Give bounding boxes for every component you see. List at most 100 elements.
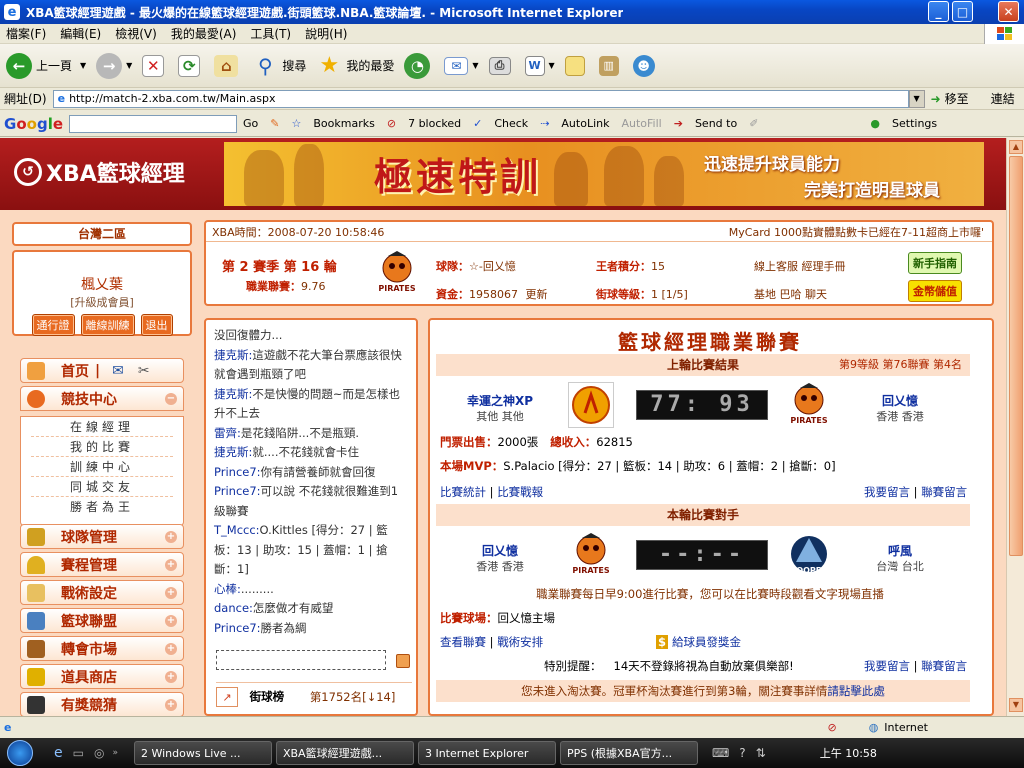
submenu-training[interactable]: 訓練中心 (31, 457, 173, 477)
chat-author[interactable]: dance: (214, 601, 253, 615)
desktop-quicklaunch-icon[interactable]: ▭ (73, 746, 84, 760)
leave-message-link-2[interactable]: 我要留言 (864, 659, 910, 673)
discuss-button[interactable] (564, 55, 589, 76)
check-button[interactable]: Check (494, 117, 528, 130)
favorites-button[interactable]: ★ 我的最愛 (316, 53, 394, 79)
expand-icon[interactable]: + (165, 615, 177, 627)
next-home-team[interactable]: 回乂憶 (450, 542, 550, 559)
newbie-guide-button[interactable]: 新手指南 (908, 252, 962, 274)
menu-edit[interactable]: 編輯(E) (60, 25, 101, 42)
tools-icon[interactable]: ✂ (138, 363, 150, 379)
chat-author[interactable]: 捷克斯: (214, 348, 252, 362)
bonus-row[interactable]: $ 給球員發獎金 (656, 634, 741, 650)
scroll-up-icon[interactable]: ▲ (1009, 140, 1023, 154)
scroll-thumb[interactable] (1009, 156, 1023, 556)
history-button[interactable]: ◔ (404, 52, 434, 79)
nav-tactics[interactable]: 戰術設定 + (20, 580, 184, 605)
menu-view[interactable]: 檢視(V) (115, 25, 157, 42)
send-to-button[interactable]: Send to (695, 117, 737, 130)
leave-message-link[interactable]: 我要留言 (864, 485, 910, 499)
menu-file[interactable]: 檔案(F) (6, 25, 46, 42)
chat-author[interactable]: T_Mccc: (214, 523, 260, 537)
view-league-link[interactable]: 查看聯賽 (440, 635, 486, 649)
print-button[interactable]: ⎙ (488, 56, 515, 75)
back-button[interactable]: ← 上一頁 ▼ (6, 52, 86, 79)
menu-help[interactable]: 說明(H) (305, 25, 347, 42)
chat-input[interactable] (216, 650, 386, 670)
clock[interactable]: 上午 10:58 (820, 745, 877, 761)
network-tray-icon[interactable]: ⇅ (756, 746, 766, 760)
chat-author[interactable]: Prince7: (214, 621, 261, 635)
chat-author[interactable]: 捷克斯: (214, 387, 252, 401)
gold-deposit-button[interactable]: 金幣儲值 (908, 280, 962, 302)
update-link[interactable]: 更新 (526, 288, 548, 301)
home-button[interactable]: ⌂ (214, 54, 242, 77)
bookmarks-button[interactable]: Bookmarks (313, 117, 374, 130)
help-tray-icon[interactable]: ? (739, 746, 745, 760)
messenger-button[interactable]: ☻ (632, 54, 659, 77)
tactics-link[interactable]: 戰術安排 (497, 635, 543, 649)
expand-icon[interactable]: + (165, 671, 177, 683)
submenu-winner[interactable]: 勝者為王 (31, 497, 173, 517)
edit-button[interactable]: W ▼ (524, 55, 555, 76)
home-team-name[interactable]: 幸運之神XP (450, 392, 550, 409)
nav-market[interactable]: 轉會市場 + (20, 636, 184, 661)
chat-send-button[interactable] (396, 654, 410, 668)
bonus-link[interactable]: 給球員發獎金 (672, 635, 741, 649)
google-go-button[interactable]: Go (243, 117, 258, 130)
quicklaunch-more-icon[interactable]: » (112, 748, 118, 758)
minimize-button[interactable]: _ (928, 1, 949, 22)
chat-author[interactable]: Prince7: (214, 465, 261, 479)
start-button[interactable] (0, 738, 40, 768)
marquee-notice[interactable]: MyCard 1000點實體點數卡已經在7-11超商上市囉' (729, 224, 984, 240)
research-button[interactable]: ▥ (598, 55, 623, 76)
mail-envelope-icon[interactable]: ✉ (112, 363, 124, 379)
stop-button[interactable]: ✕ (142, 54, 168, 77)
expand-icon[interactable]: + (165, 699, 177, 711)
expand-icon[interactable]: + (165, 559, 177, 571)
vertical-scrollbar[interactable]: ▲ ▼ (1006, 138, 1024, 716)
service-links[interactable]: 線上客服 經理手冊 (754, 258, 846, 274)
nav-home[interactable]: 首页 | ✉ ✂ (20, 358, 184, 383)
submenu-my-matches[interactable]: 我的比賽 (31, 437, 173, 457)
autofill-button[interactable]: AutoFill (621, 117, 661, 130)
nav-shop[interactable]: 道具商店 + (20, 664, 184, 689)
highlight-icon[interactable]: ✎ (270, 117, 279, 130)
chat-author[interactable]: 雷齊: (214, 426, 241, 440)
submenu-friends[interactable]: 同城交友 (31, 477, 173, 497)
nav-arena[interactable]: 競技中心 − (20, 386, 184, 411)
search-button[interactable]: ⚲ 搜尋 (252, 53, 306, 79)
upgrade-member-link[interactable]: [升級成會員] (14, 294, 190, 310)
next-away-team[interactable]: 呼風 (850, 542, 950, 559)
nav-schedule[interactable]: 賽程管理 + (20, 552, 184, 577)
autolink-button[interactable]: AutoLink (561, 117, 609, 130)
task-ie[interactable]: 3 Internet Explorer (417, 741, 556, 765)
close-button[interactable]: ✕ (998, 1, 1019, 22)
match-stats-link[interactable]: 比賽統計 (440, 485, 486, 499)
menu-tools[interactable]: 工具(T) (250, 25, 291, 42)
task-pps[interactable]: PPS (根據XBA官方... (559, 741, 698, 765)
expand-icon[interactable]: + (165, 531, 177, 543)
settings-button[interactable]: Settings (892, 117, 937, 130)
offline-training-button[interactable]: 離線訓練 (80, 314, 135, 336)
refresh-button[interactable]: ⟳ (178, 54, 204, 77)
keyboard-tray-icon[interactable]: ⌨ (712, 746, 729, 760)
nav-alliance[interactable]: 籃球聯盟 + (20, 608, 184, 633)
switch-quicklaunch-icon[interactable]: ◎ (94, 746, 104, 760)
address-input[interactable]: e http://match-2.xba.com.tw/Main.aspx (52, 89, 909, 108)
collapse-icon[interactable]: − (165, 393, 177, 405)
chat-author[interactable]: Prince7: (214, 484, 261, 498)
league-message-link[interactable]: 聯賽留言 (921, 485, 967, 499)
nav-reward[interactable]: 有獎競猜 + (20, 692, 184, 716)
mail-button[interactable]: ✉ ▼ (444, 56, 479, 75)
address-dropdown[interactable]: ▼ (908, 89, 925, 108)
task-xba[interactable]: XBA籃球經理遊戲... (275, 741, 414, 765)
task-windows-live[interactable]: 2 Windows Live ... (133, 741, 272, 765)
logout-button[interactable]: 退出 (140, 314, 173, 336)
league-message-link-2[interactable]: 聯賽留言 (921, 659, 967, 673)
links-button[interactable]: 連結 (991, 90, 1015, 107)
chat-author[interactable]: 捷克斯: (214, 445, 252, 459)
blocked-button[interactable]: 7 blocked (408, 117, 461, 130)
maximize-button[interactable]: □ (952, 1, 973, 22)
nav-team[interactable]: 球隊管理 + (20, 524, 184, 549)
